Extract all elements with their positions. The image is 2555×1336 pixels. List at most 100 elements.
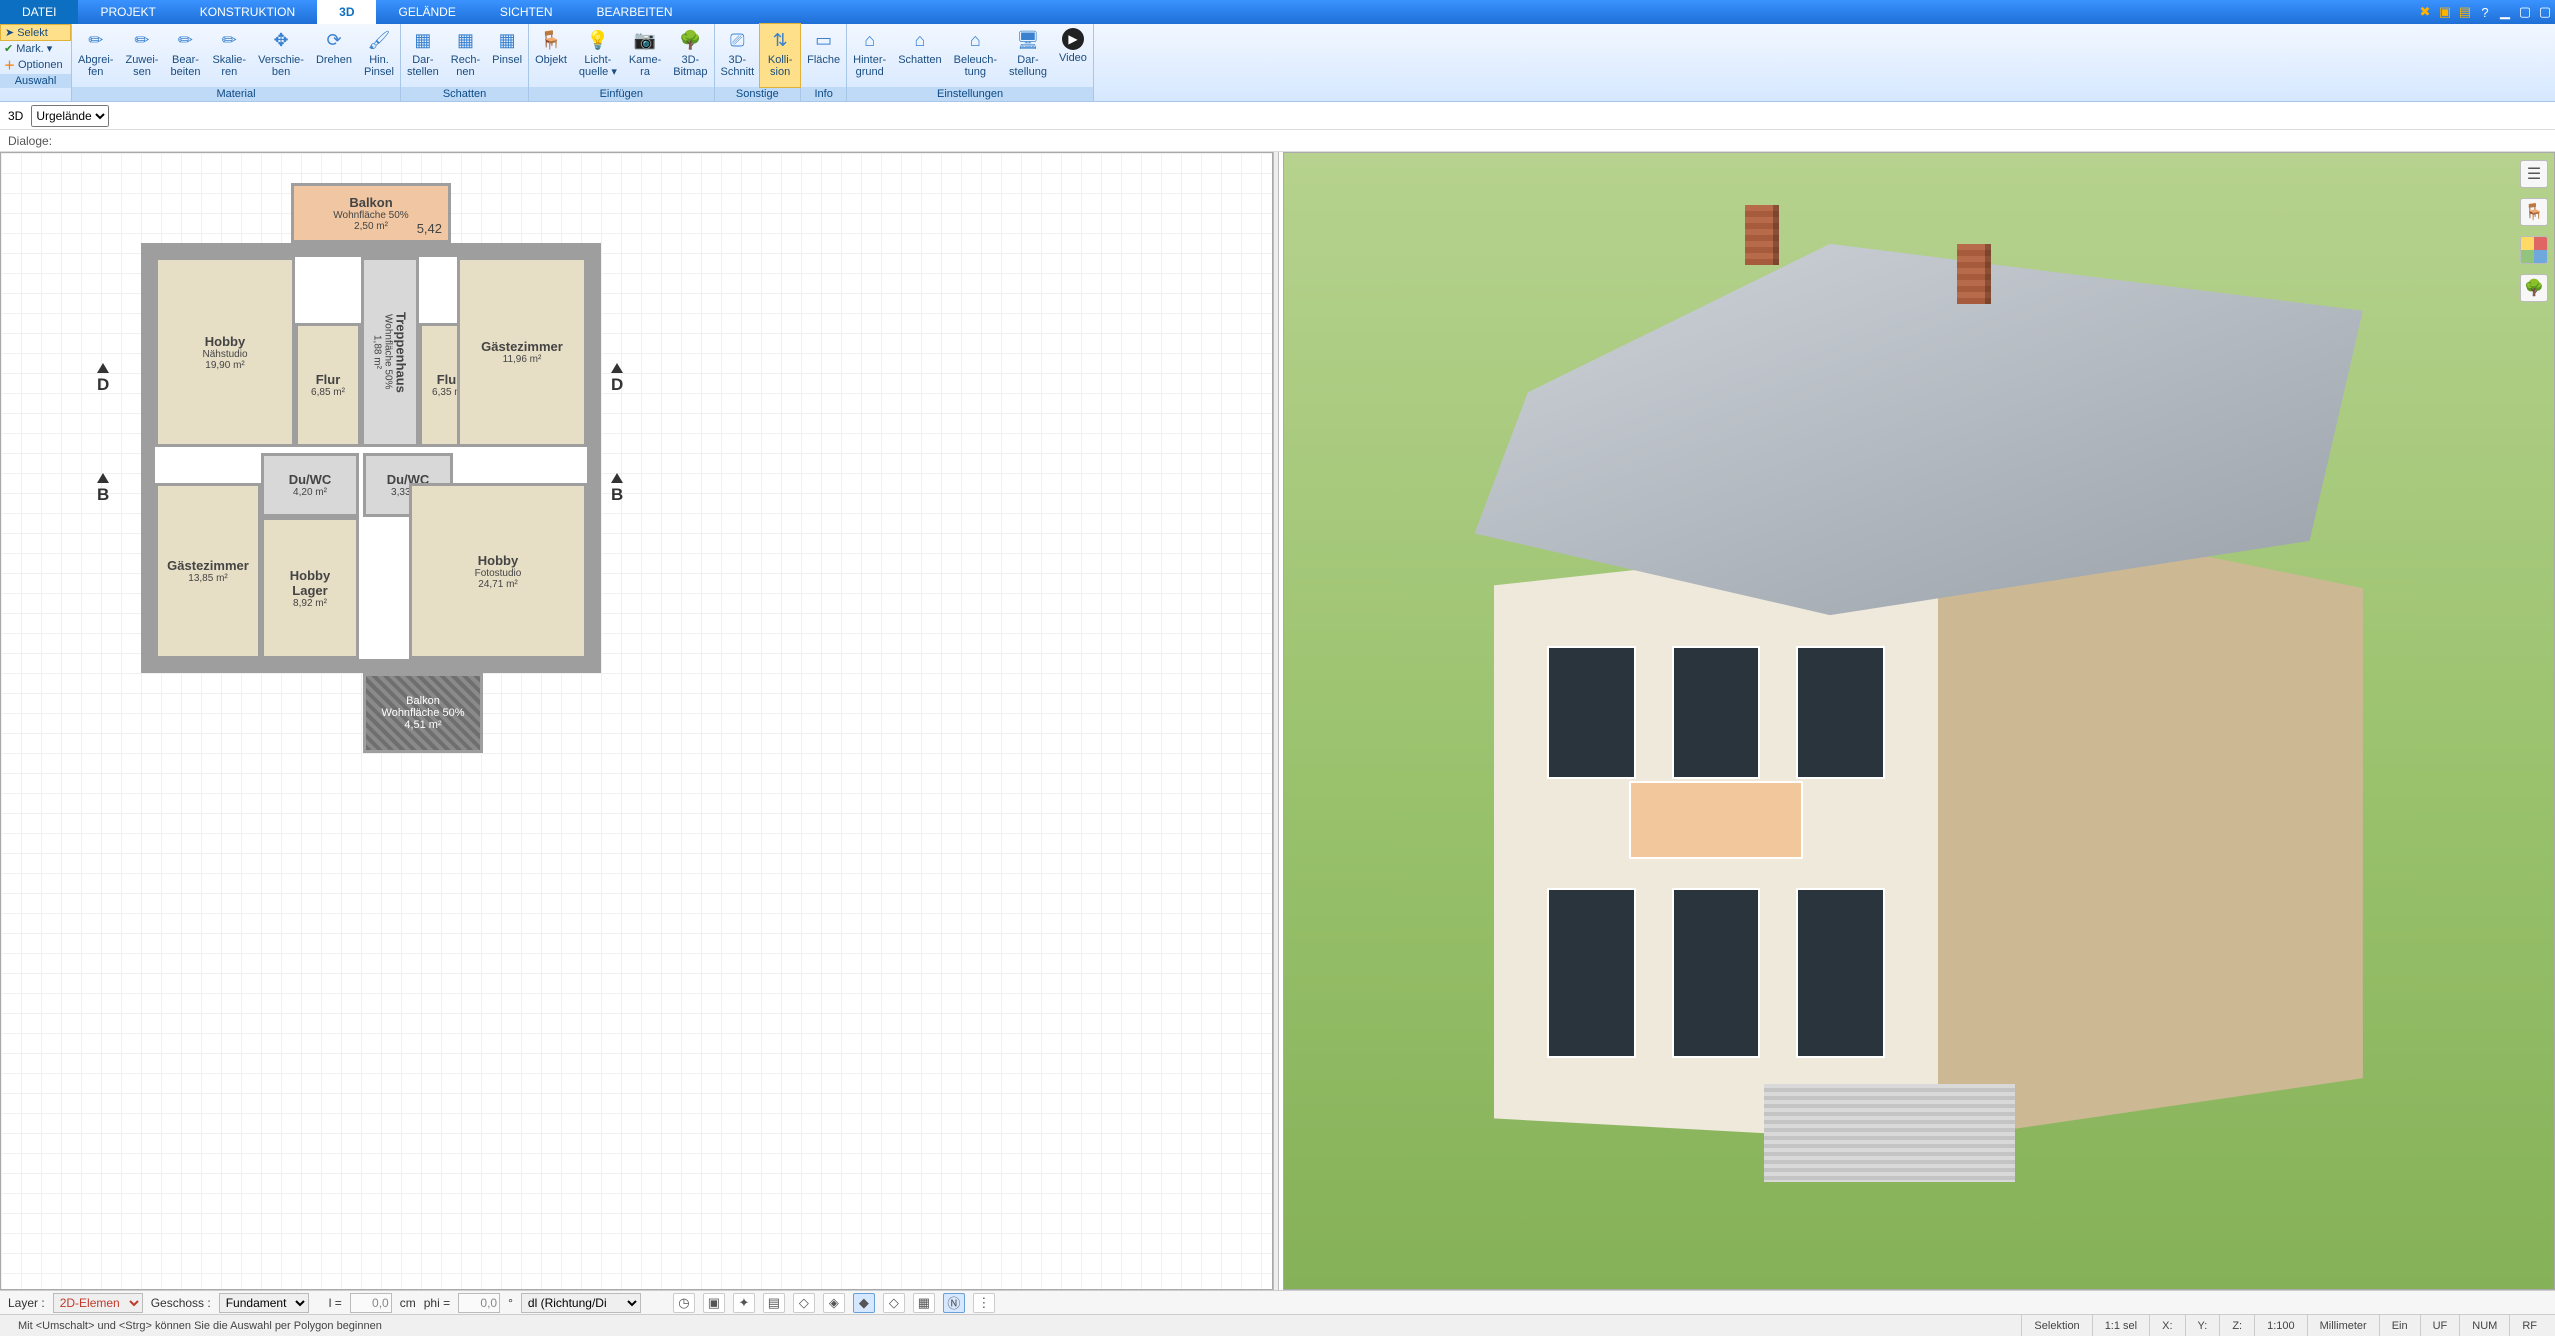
status-x: X: [2149, 1315, 2184, 1336]
furniture-icon[interactable]: 🪑 [2520, 198, 2548, 226]
kamera-button[interactable]: 📷Kame- ra [623, 24, 667, 87]
hin-pinsel-button[interactable]: 🖌Hin. Pinsel [358, 24, 400, 87]
room-balkon-top[interactable]: Balkon Wohnfläche 50% 2,50 m² 5,42 [291, 183, 451, 243]
3d-perspective-view[interactable] [1283, 152, 2555, 1290]
group-label-einstellungen: Einstellungen [847, 87, 1093, 101]
house-icon: ⌂ [856, 28, 884, 52]
hintergrund-button[interactable]: ⌂Hinter- grund [847, 24, 892, 87]
mark-button[interactable]: ✔ Mark. ▾ [0, 41, 71, 56]
room-hobby-lager[interactable]: Hobby Lager 8,92 m² [261, 517, 359, 659]
group-label-material: Material [72, 87, 400, 101]
group-label-schatten: Schatten [401, 87, 528, 101]
tree-icon[interactable]: 🌳 [2520, 274, 2548, 302]
darstellung-button[interactable]: 🖥Dar- stellung [1003, 24, 1053, 87]
tab-konstruktion[interactable]: KONSTRUKTION [178, 0, 317, 24]
status-y: Y: [2185, 1315, 2220, 1336]
status-unit: Millimeter [2307, 1315, 2379, 1336]
tab-bearbeiten[interactable]: BEARBEITEN [575, 0, 695, 24]
grid-icon[interactable]: ▦ [913, 1293, 935, 1313]
abgreifen-button[interactable]: ✏Abgrei- fen [72, 24, 119, 87]
chimney-1 [1745, 205, 1779, 265]
video-button[interactable]: ▶Video [1053, 24, 1093, 87]
tab-datei[interactable]: DATEI [0, 0, 78, 24]
tab-gelaende[interactable]: GELÄNDE [376, 0, 477, 24]
room-duwc-1[interactable]: Du/WC 4,20 m² [261, 453, 359, 517]
room-hobby-1[interactable]: Hobby Nähstudio 19,90 m² [155, 257, 295, 447]
rotate-icon: ⟳ [320, 28, 348, 52]
section-icon: ⎚ [723, 28, 751, 52]
schatten-settings-button[interactable]: ⌂Schatten [892, 24, 947, 87]
close-icon[interactable]: ▢ [2535, 0, 2555, 24]
diamond3-icon[interactable]: ◆ [853, 1293, 875, 1313]
beleuchtung-button[interactable]: ⌂Beleuch- tung [948, 24, 1003, 87]
bearbeiten-button[interactable]: ✏Bear- beiten [164, 24, 206, 87]
tab-3d[interactable]: 3D [317, 0, 376, 24]
materials-icon[interactable] [2520, 236, 2548, 264]
ribbon-group-schatten: ▦Dar- stellen ▦Rech- nen ▦Pinsel Schatte… [401, 24, 529, 101]
room-hobby-2[interactable]: Hobby Fotostudio 24,71 m² [409, 483, 587, 659]
cube-icon: ▦ [493, 28, 521, 52]
drehen-button[interactable]: ⟳Drehen [310, 24, 358, 87]
l-input[interactable] [350, 1293, 392, 1313]
pencil-icon: ✏ [215, 28, 243, 52]
lock-icon[interactable]: ✦ [733, 1293, 755, 1313]
options-button[interactable]: ＋ Optionen [0, 56, 71, 74]
minimize-icon[interactable]: ▁ [2495, 0, 2515, 24]
3d-schnitt-button[interactable]: ⎚3D- Schnitt [715, 24, 761, 87]
verschieben-button[interactable]: ✥Verschie- ben [252, 24, 310, 87]
stack-icon[interactable]: ▤ [763, 1293, 785, 1313]
select-button[interactable]: ➤ Selekt [0, 24, 71, 41]
objekt-button[interactable]: 🪑Objekt [529, 24, 573, 87]
rechnen-button[interactable]: ▦Rech- nen [445, 24, 486, 87]
right-tool-strip: ☰ 🪑 🌳 [2517, 160, 2551, 302]
group-label-info: Info [801, 87, 846, 101]
3d-bitmap-button[interactable]: 🌳3D- Bitmap [667, 24, 713, 87]
diamond-icon[interactable]: ◇ [793, 1293, 815, 1313]
room-flur-1[interactable]: Flur 6,85 m² [295, 323, 361, 447]
diamond4-icon[interactable]: ◇ [883, 1293, 905, 1313]
restore-icon[interactable]: ▢ [2515, 0, 2535, 24]
tool-icon[interactable]: ✖ [2415, 0, 2435, 24]
phi-input[interactable] [458, 1293, 500, 1313]
l-label: l = [329, 1296, 342, 1310]
kollision-button[interactable]: ⇅Kolli- sion [760, 24, 800, 87]
phi-unit: ° [508, 1296, 513, 1310]
layout-icon[interactable]: ▤ [2455, 0, 2475, 24]
dl-select[interactable]: dl (Richtung/Di [521, 1293, 641, 1313]
pane-splitter[interactable] [1273, 152, 1279, 1290]
room-balkon-bottom[interactable]: Balkon Wohnfläche 50% 4,51 m² [363, 673, 483, 753]
camera-icon[interactable]: ▣ [703, 1293, 725, 1313]
status-rf: RF [2509, 1315, 2549, 1336]
room-gaestezimmer-1[interactable]: Gästezimmer 11,96 m² [457, 257, 587, 447]
lichtquelle-button[interactable]: 💡Licht- quelle ▾ [573, 24, 623, 87]
status-ratio: 1:1 sel [2092, 1315, 2149, 1336]
section-b-right: B [611, 473, 623, 505]
darstellen-button[interactable]: ▦Dar- stellen [401, 24, 445, 87]
terrain-select[interactable]: Urgelände [31, 105, 109, 127]
status-uf: UF [2420, 1315, 2460, 1336]
status-num: NUM [2459, 1315, 2509, 1336]
clock-icon[interactable]: ◷ [673, 1293, 695, 1313]
skalieren-button[interactable]: ✏Skalie- ren [206, 24, 252, 87]
tab-projekt[interactable]: PROJEKT [78, 0, 177, 24]
diamond2-icon[interactable]: ◈ [823, 1293, 845, 1313]
layers-icon[interactable]: ☰ [2520, 160, 2548, 188]
pinsel-button[interactable]: ▦Pinsel [486, 24, 528, 87]
help-icon[interactable]: ? [2475, 0, 2495, 24]
more-icon[interactable]: ⋮ [973, 1293, 995, 1313]
group-label-auswahl: Auswahl [0, 74, 71, 88]
bottom-toolbar: Layer : 2D-Elemen Geschoss : Fundament l… [0, 1290, 2555, 1314]
layer-select[interactable]: 2D-Elemen [53, 1293, 143, 1313]
room-gaestezimmer-2[interactable]: Gästezimmer 13,85 m² [155, 483, 261, 659]
window-icon[interactable]: ▣ [2435, 0, 2455, 24]
2d-floorplan-view[interactable]: D D B B Balkon Wohnfläche 50% 2,50 m² 5,… [0, 152, 1273, 1290]
tree-icon: 🌳 [676, 28, 704, 52]
north-icon[interactable]: Ⓝ [943, 1293, 965, 1313]
tab-sichten[interactable]: SICHTEN [478, 0, 575, 24]
geschoss-select[interactable]: Fundament [219, 1293, 309, 1313]
zuweisen-button[interactable]: ✏Zuwei- sen [119, 24, 164, 87]
cube-icon: ▦ [451, 28, 479, 52]
room-treppenhaus[interactable]: Treppenhaus Wohnfläche 50% 1,88 m² [361, 257, 419, 447]
view-selector-bar: 3D Urgelände [0, 102, 2555, 130]
flaeche-button[interactable]: ▭Fläche [801, 24, 846, 87]
